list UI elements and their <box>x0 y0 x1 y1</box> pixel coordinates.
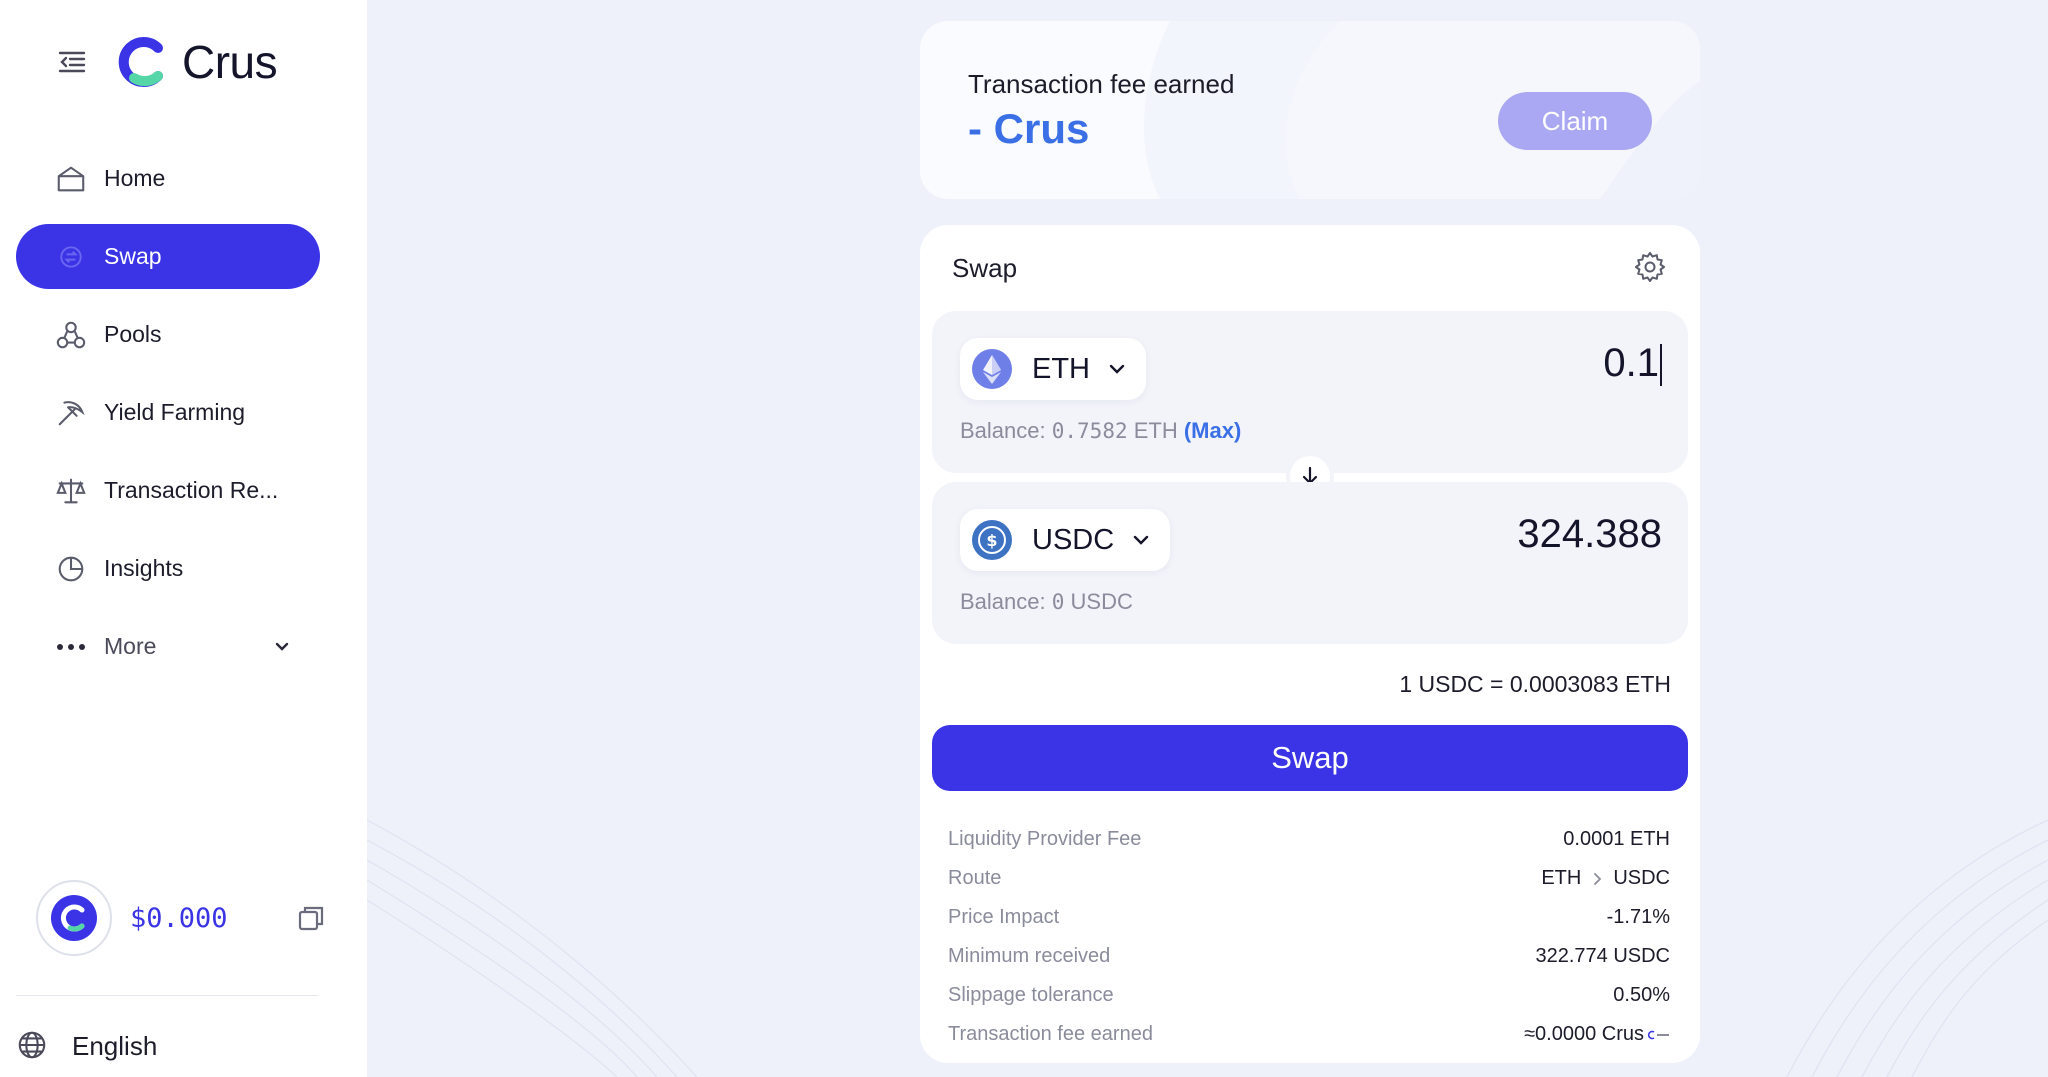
swap-button[interactable]: Swap <box>932 725 1688 791</box>
to-token-select[interactable]: $ USDC <box>960 509 1171 571</box>
collapse-menu-icon[interactable] <box>56 46 88 78</box>
detail-value: 322.774 USDC <box>1535 945 1670 967</box>
detail-label: Price Impact <box>948 906 1060 928</box>
swap-title: Swap <box>952 253 1018 283</box>
detail-label: Minimum received <box>948 945 1111 967</box>
fee-earned-value: - Crus <box>968 105 1090 152</box>
to-balance-unit: USDC <box>1070 589 1133 614</box>
sidebar-item-label: Pools <box>104 321 162 347</box>
detail-value: -1.71% <box>1606 906 1670 928</box>
claim-button[interactable]: Claim <box>1498 92 1652 150</box>
sidebar-item-label: More <box>104 633 157 659</box>
crus-mini-logo-icon <box>1648 1030 1670 1040</box>
sidebar-item-label: Yield Farming <box>104 399 246 425</box>
detail-row-lp-fee: Liquidity Provider Fee 0.0001 ETH <box>948 820 1670 859</box>
sidebar-item-home[interactable]: Home <box>16 146 320 211</box>
sidebar-item-label: Insights <box>104 555 184 581</box>
sidebar-item-swap[interactable]: Swap <box>16 224 320 289</box>
swap-icon <box>54 240 88 274</box>
sidebar-item-label: Transaction Re... <box>104 477 279 503</box>
balance-amount: $0.000 <box>130 902 228 934</box>
to-token-symbol: USDC <box>1032 523 1115 556</box>
chevron-right-icon <box>1590 872 1604 886</box>
from-token-select[interactable]: ETH <box>960 338 1146 400</box>
crus-token-avatar <box>36 880 112 956</box>
sidebar-item-more[interactable]: More <box>16 614 320 679</box>
to-token-box: $ USDC 324.388 Balance: 0 USDC <box>932 482 1688 644</box>
sidebar-item-insights[interactable]: Insights <box>16 536 320 601</box>
route-value: ETH USDC <box>1541 867 1670 890</box>
gear-icon[interactable] <box>1633 250 1667 284</box>
balance-prefix: Balance: <box>960 589 1046 614</box>
to-balance: Balance: 0 USDC <box>960 589 1133 615</box>
detail-label: Liquidity Provider Fee <box>948 828 1142 850</box>
detail-value: ≈0.0000 Crus <box>1524 1023 1644 1045</box>
home-icon <box>54 162 88 196</box>
detail-value: 0.50% <box>1613 984 1670 1006</box>
sidebar-item-yield-farming[interactable]: Yield Farming <box>16 380 320 445</box>
tx-fee-value: ≈0.0000 Crus <box>1524 1023 1670 1046</box>
fee-earned-label: Transaction fee earned <box>968 69 1235 99</box>
detail-value: 0.0001 ETH <box>1563 828 1670 850</box>
logo-row: Crus <box>56 34 278 90</box>
more-dots-icon <box>54 630 88 664</box>
sidebar: Crus Home Swap Pools Yield Farming Trans… <box>0 0 367 1077</box>
pie-chart-icon <box>54 552 88 586</box>
balance-prefix: Balance: <box>960 418 1046 443</box>
swap-details: Liquidity Provider Fee 0.0001 ETH Route … <box>948 820 1670 1054</box>
from-amount-value: 0.1 <box>1603 341 1659 385</box>
detail-label: Transaction fee earned <box>948 1023 1153 1045</box>
detail-row-slippage: Slippage tolerance 0.50% <box>948 976 1670 1015</box>
from-balance-unit: ETH <box>1133 418 1178 443</box>
divider <box>16 995 318 996</box>
max-button[interactable]: (Max) <box>1184 418 1241 443</box>
to-amount-input[interactable]: 324.388 <box>1262 512 1662 557</box>
from-token-box: ETH 0.1 Balance: 0.7582 ETH (Max) <box>932 311 1688 473</box>
pickaxe-icon <box>54 396 88 430</box>
scale-icon <box>54 474 88 508</box>
chevron-down-icon <box>1130 529 1152 551</box>
sidebar-item-transaction-records[interactable]: Transaction Re... <box>16 458 320 523</box>
chevron-down-icon <box>272 637 292 657</box>
copy-icon[interactable] <box>296 903 326 933</box>
sidebar-item-pools[interactable]: Pools <box>16 302 320 367</box>
usdc-icon: $ <box>972 520 1012 560</box>
from-token-symbol: ETH <box>1032 352 1090 385</box>
detail-row-route: Route ETH USDC <box>948 859 1670 898</box>
sidebar-item-label: Swap <box>104 243 162 269</box>
detail-row-min-received: Minimum received 322.774 USDC <box>948 937 1670 976</box>
detail-row-price-impact: Price Impact -1.71% <box>948 898 1670 937</box>
text-caret <box>1660 344 1662 387</box>
route-to: USDC <box>1613 867 1670 889</box>
app-name: Crus <box>182 36 278 88</box>
eth-icon <box>972 349 1012 389</box>
language-label: English <box>72 1030 158 1061</box>
from-amount-input[interactable]: 0.1 <box>1262 341 1662 387</box>
globe-icon <box>16 1029 50 1063</box>
svg-text:$: $ <box>986 531 997 550</box>
detail-row-tx-fee: Transaction fee earned ≈0.0000 Crus <box>948 1015 1670 1054</box>
crus-logo-icon <box>114 34 170 90</box>
exchange-rate: 1 USDC = 0.0003083 ETH <box>1399 671 1671 697</box>
pools-icon <box>54 318 88 352</box>
detail-label: Route <box>948 867 1002 889</box>
language-selector[interactable]: English <box>16 1026 157 1066</box>
main-nav: Home Swap Pools Yield Farming Transactio… <box>16 146 320 692</box>
fee-earned-card: Transaction fee earned - Crus Claim <box>920 21 1700 199</box>
swap-card: Swap ETH 0.1 Balance: 0.7582 ETH (Max) $… <box>920 225 1700 1063</box>
chevron-down-icon <box>1106 358 1128 380</box>
from-balance: Balance: 0.7582 ETH (Max) <box>960 418 1241 444</box>
wallet-balance: $0.000 <box>36 880 326 956</box>
sidebar-item-label: Home <box>104 165 166 191</box>
to-amount-value: 324.388 <box>1517 512 1662 556</box>
route-from: ETH <box>1541 867 1582 889</box>
detail-label: Slippage tolerance <box>948 984 1114 1006</box>
to-balance-value: 0 <box>1051 590 1065 614</box>
from-balance-value: 0.7582 <box>1051 419 1128 443</box>
